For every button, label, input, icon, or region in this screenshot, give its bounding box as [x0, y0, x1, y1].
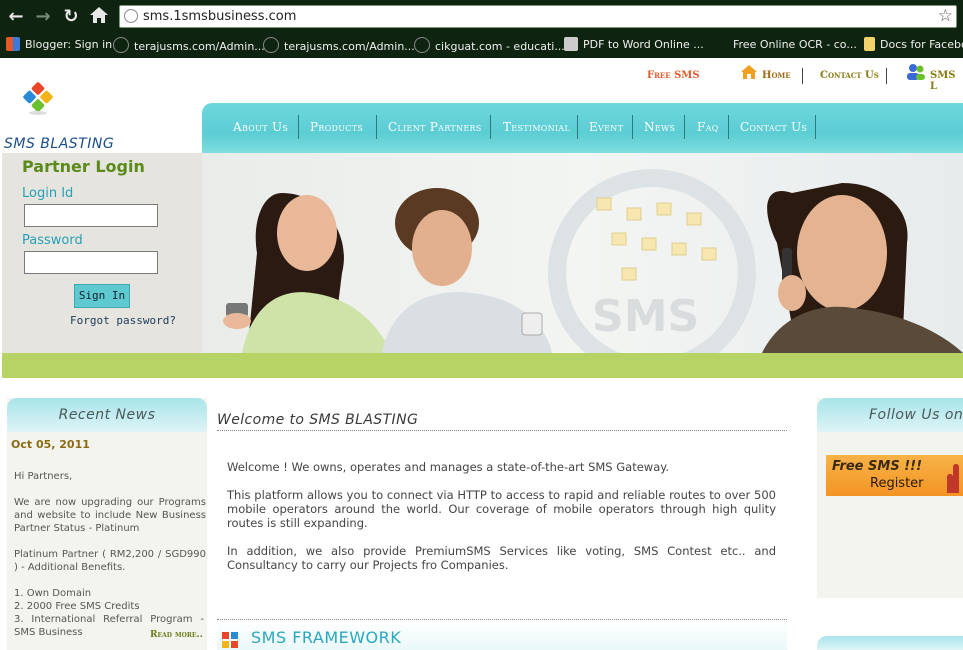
globe-icon [124, 9, 138, 23]
site-icon [414, 37, 430, 53]
brand-name: SMS BLASTING [4, 136, 115, 152]
news-list-item: 2. 2000 Free SMS Credits [14, 601, 140, 612]
register-text: Register [870, 476, 924, 491]
news-paragraph: We are now upgrading our Programs and we… [14, 497, 206, 534]
partner-login-panel: Partner Login Login Id Password Sign In … [2, 153, 202, 353]
sign-in-button[interactable]: Sign In [74, 284, 130, 308]
nav-divider [728, 115, 729, 139]
users-icon [906, 63, 926, 85]
bookmark-item[interactable]: Docs for Facebo [864, 37, 963, 51]
nav-client-partners[interactable]: Client Partners [388, 120, 482, 134]
divider [802, 68, 803, 84]
home-icon[interactable] [88, 6, 110, 28]
contact-us-link[interactable]: Contact Us [820, 70, 879, 81]
site-icon [263, 37, 279, 53]
news-paragraph: Platinum Partner ( RM2,200 / SGD990 ) - … [14, 549, 206, 573]
password-label: Password [22, 233, 83, 248]
forward-arrow-icon[interactable]: → [32, 6, 54, 28]
welcome-title: Welcome to SMS BLASTING [217, 412, 419, 428]
free-sms-link[interactable]: Free SMS [647, 70, 700, 81]
site-logo[interactable] [22, 82, 54, 115]
login-title: Partner Login [22, 157, 145, 176]
recent-news-title: Recent News [7, 398, 207, 432]
news-body: Hi Partners, We are now upgrading our Pr… [14, 470, 206, 639]
nav-contact-us[interactable]: Contact Us [740, 120, 807, 134]
hero-banner: SMS [202, 153, 963, 353]
bookmark-item[interactable]: cikguat.com - educati... [414, 37, 565, 53]
bookmark-item[interactable]: PDF to Word Online ... [564, 37, 704, 51]
login-id-label: Login Id [22, 186, 74, 201]
nav-faq[interactable]: Faq [697, 120, 719, 134]
home-house-icon [740, 64, 758, 84]
green-divider-bar [2, 353, 963, 378]
bookmarks-bar: Blogger: Sign in terajusms.com/Admin... … [0, 33, 963, 57]
read-more-link[interactable]: Read more.. [150, 630, 203, 640]
reload-icon[interactable]: ↻ [60, 6, 82, 28]
docs-icon [864, 37, 875, 51]
site-icon [113, 37, 129, 53]
bookmark-star-icon[interactable]: ☆ [938, 6, 953, 26]
address-bar[interactable]: sms.1smsbusiness.com ☆ [119, 5, 957, 28]
browser-toolbar: ← → ↻ sms.1smsbusiness.com ☆ Blogger: Si… [0, 0, 963, 58]
nav-divider [815, 115, 816, 139]
framework-squares-icon [222, 632, 238, 648]
content-paragraph: This platform allows you to connect via … [227, 488, 776, 530]
bookmark-item[interactable]: terajusms.com/Admin... [113, 37, 265, 53]
free-sms-register-banner[interactable]: Free SMS !!! Register [826, 455, 963, 496]
hero-watermark: SMS [592, 291, 699, 342]
forgot-password-link[interactable]: Forgot password? [70, 314, 176, 327]
nav-about-us[interactable]: About Us [233, 120, 288, 134]
recent-news-panel: Recent News Oct 05, 2011 Hi Partners, We… [7, 398, 207, 650]
follow-us-title: Follow Us on [817, 398, 963, 432]
content-paragraph: Welcome ! We owns, operates and manages … [227, 460, 670, 474]
framework-title: SMS FRAMEWORK [251, 628, 402, 647]
sms-framework-header: SMS FRAMEWORK [217, 622, 787, 650]
login-id-input[interactable] [24, 204, 158, 227]
right-panel-header [817, 636, 963, 650]
title-underline [217, 430, 787, 431]
content-paragraph: In addition, we also provide PremiumSMS … [227, 544, 776, 572]
nav-event[interactable]: Event [589, 120, 623, 134]
nav-testimonial[interactable]: Testimonial [503, 120, 570, 134]
blogger-icon [6, 37, 20, 51]
sms-login-link[interactable]: SMS L [930, 70, 963, 92]
nav-news[interactable]: News [644, 120, 675, 134]
free-sms-text: Free SMS !!! [832, 459, 922, 474]
news-list-item: 1. Own Domain [14, 588, 92, 599]
news-paragraph: Hi Partners, [14, 471, 73, 482]
nav-divider [490, 115, 491, 139]
hero-image: SMS [223, 169, 963, 353]
news-date: Oct 05, 2011 [11, 438, 90, 451]
nav-divider [376, 115, 377, 139]
password-input[interactable] [24, 251, 158, 274]
nav-divider [632, 115, 633, 139]
home-link[interactable]: Home [762, 70, 791, 81]
bookmark-item[interactable]: Blogger: Sign in [6, 37, 112, 51]
url-text[interactable]: sms.1smsbusiness.com [143, 9, 296, 24]
bookmark-item[interactable]: terajusms.com/Admin... [263, 37, 415, 53]
divider [886, 68, 887, 84]
nav-divider [298, 115, 299, 139]
ocr-icon [714, 37, 728, 51]
section-divider [217, 619, 787, 620]
nav-products[interactable]: Products [310, 120, 363, 134]
welcome-content: Welcome ! We owns, operates and manages … [227, 460, 776, 586]
pdf-icon [564, 37, 578, 51]
back-arrow-icon[interactable]: ← [5, 6, 27, 28]
main-nav: About Us Products Client Partners Testim… [202, 103, 963, 153]
pointing-hand-icon [947, 464, 959, 493]
bookmark-item[interactable]: Free Online OCR - co... [714, 37, 857, 51]
follow-us-panel: Follow Us on [817, 398, 963, 598]
nav-divider [577, 115, 578, 139]
nav-divider [684, 115, 685, 139]
